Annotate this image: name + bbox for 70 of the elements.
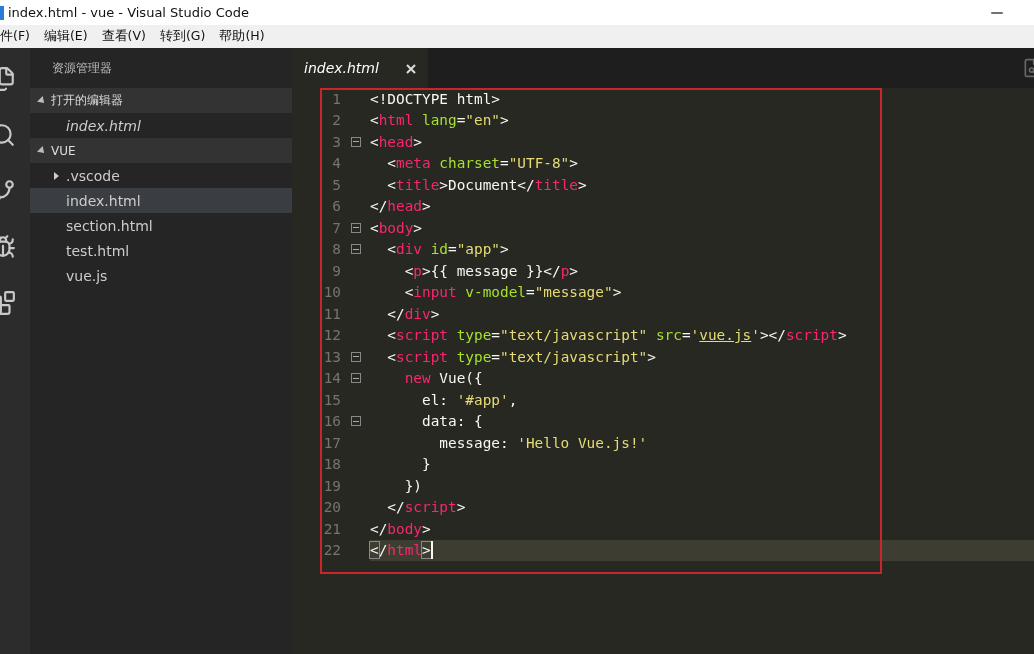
line-number: 2 xyxy=(331,112,341,129)
file-item[interactable]: test.html xyxy=(30,238,292,263)
section-label: VUE xyxy=(51,143,76,158)
line-number: 15 xyxy=(322,391,341,408)
line-number: 13 xyxy=(322,348,341,365)
fold-icon[interactable] xyxy=(350,222,361,233)
fold-icon[interactable] xyxy=(350,416,361,427)
tab-label: index.html xyxy=(304,60,379,76)
code-line: </script> xyxy=(386,498,467,518)
code-line: <script type="text/javascript" src='vue.js'></script> xyxy=(386,326,848,346)
fold-icon[interactable] xyxy=(350,351,361,362)
section-header[interactable]: 打开的编辑器 xyxy=(30,88,292,113)
line-number: 7 xyxy=(331,219,341,236)
section-header[interactable]: VUE xyxy=(30,138,292,163)
code-line: </head> xyxy=(370,197,432,217)
code-line: <!DOCTYPE html> xyxy=(370,89,501,109)
line-number: 4 xyxy=(331,155,341,172)
app-icon xyxy=(0,5,4,20)
file-item[interactable]: index.html xyxy=(30,188,292,213)
line-number: 18 xyxy=(322,456,341,473)
code-line: data: { xyxy=(420,412,484,432)
fold-icon[interactable] xyxy=(350,373,361,384)
line-number: 16 xyxy=(322,413,341,430)
code-line: <p>{{ message }}</p> xyxy=(403,261,579,281)
sidebar-title: 资源管理器 xyxy=(51,59,113,77)
line-number: 8 xyxy=(331,241,341,258)
editor-tab[interactable]: index.html xyxy=(292,48,428,88)
line-number: 20 xyxy=(322,499,341,516)
line-number: 10 xyxy=(322,284,341,301)
code-line: </body> xyxy=(370,519,432,539)
line-number: 21 xyxy=(322,520,341,537)
menu-item[interactable]: 查看(V) xyxy=(101,28,146,45)
line-number: 14 xyxy=(322,370,341,387)
file-item[interactable]: section.html xyxy=(30,213,292,238)
line-number: 19 xyxy=(322,477,341,494)
line-number: 22 xyxy=(322,542,341,559)
line-number: 17 xyxy=(322,434,341,451)
line-number: 6 xyxy=(331,198,341,215)
code-line: <meta charset="UTF-8"> xyxy=(386,154,579,174)
code-line: new Vue({ xyxy=(403,369,484,389)
file-item[interactable]: index.html xyxy=(30,113,292,138)
line-number: 5 xyxy=(331,176,341,193)
menu-item[interactable]: 编辑(E) xyxy=(43,28,88,45)
line-number: 1 xyxy=(331,90,341,107)
text-cursor xyxy=(430,541,433,560)
line-number: 9 xyxy=(331,262,341,279)
line-number: 11 xyxy=(322,305,341,322)
code-line: <head> xyxy=(370,132,423,152)
menu-item[interactable]: 帮助(H) xyxy=(219,28,265,45)
folder-item[interactable]: .vscode xyxy=(30,163,292,188)
fold-icon[interactable] xyxy=(350,136,361,147)
fold-icon[interactable] xyxy=(350,244,361,255)
code-line: <title>Document</title> xyxy=(386,175,588,195)
code-line: message: 'Hello Vue.js!' xyxy=(438,433,649,453)
code-line: <input v-model="message"> xyxy=(403,283,623,303)
section-label: 打开的编辑器 xyxy=(51,92,123,109)
file-item[interactable]: vue.js xyxy=(30,263,292,288)
code-line: }) xyxy=(403,476,423,496)
code-line: <body> xyxy=(370,218,423,238)
line-number: 12 xyxy=(322,327,341,344)
code-line: <html lang="en"> xyxy=(370,111,510,131)
code-line: el: '#app', xyxy=(420,390,519,410)
code-line: <script type="text/javascript"> xyxy=(386,347,657,367)
window-title: index.html - vue - Visual Studio Code xyxy=(8,5,249,20)
menu-item[interactable]: 转到(G) xyxy=(159,28,206,45)
code-line: <div id="app"> xyxy=(386,240,510,260)
line-number: 3 xyxy=(331,133,341,150)
code-line: </div> xyxy=(386,304,441,324)
menu-item[interactable]: 件(F) xyxy=(0,28,30,45)
code-line: } xyxy=(420,455,432,475)
